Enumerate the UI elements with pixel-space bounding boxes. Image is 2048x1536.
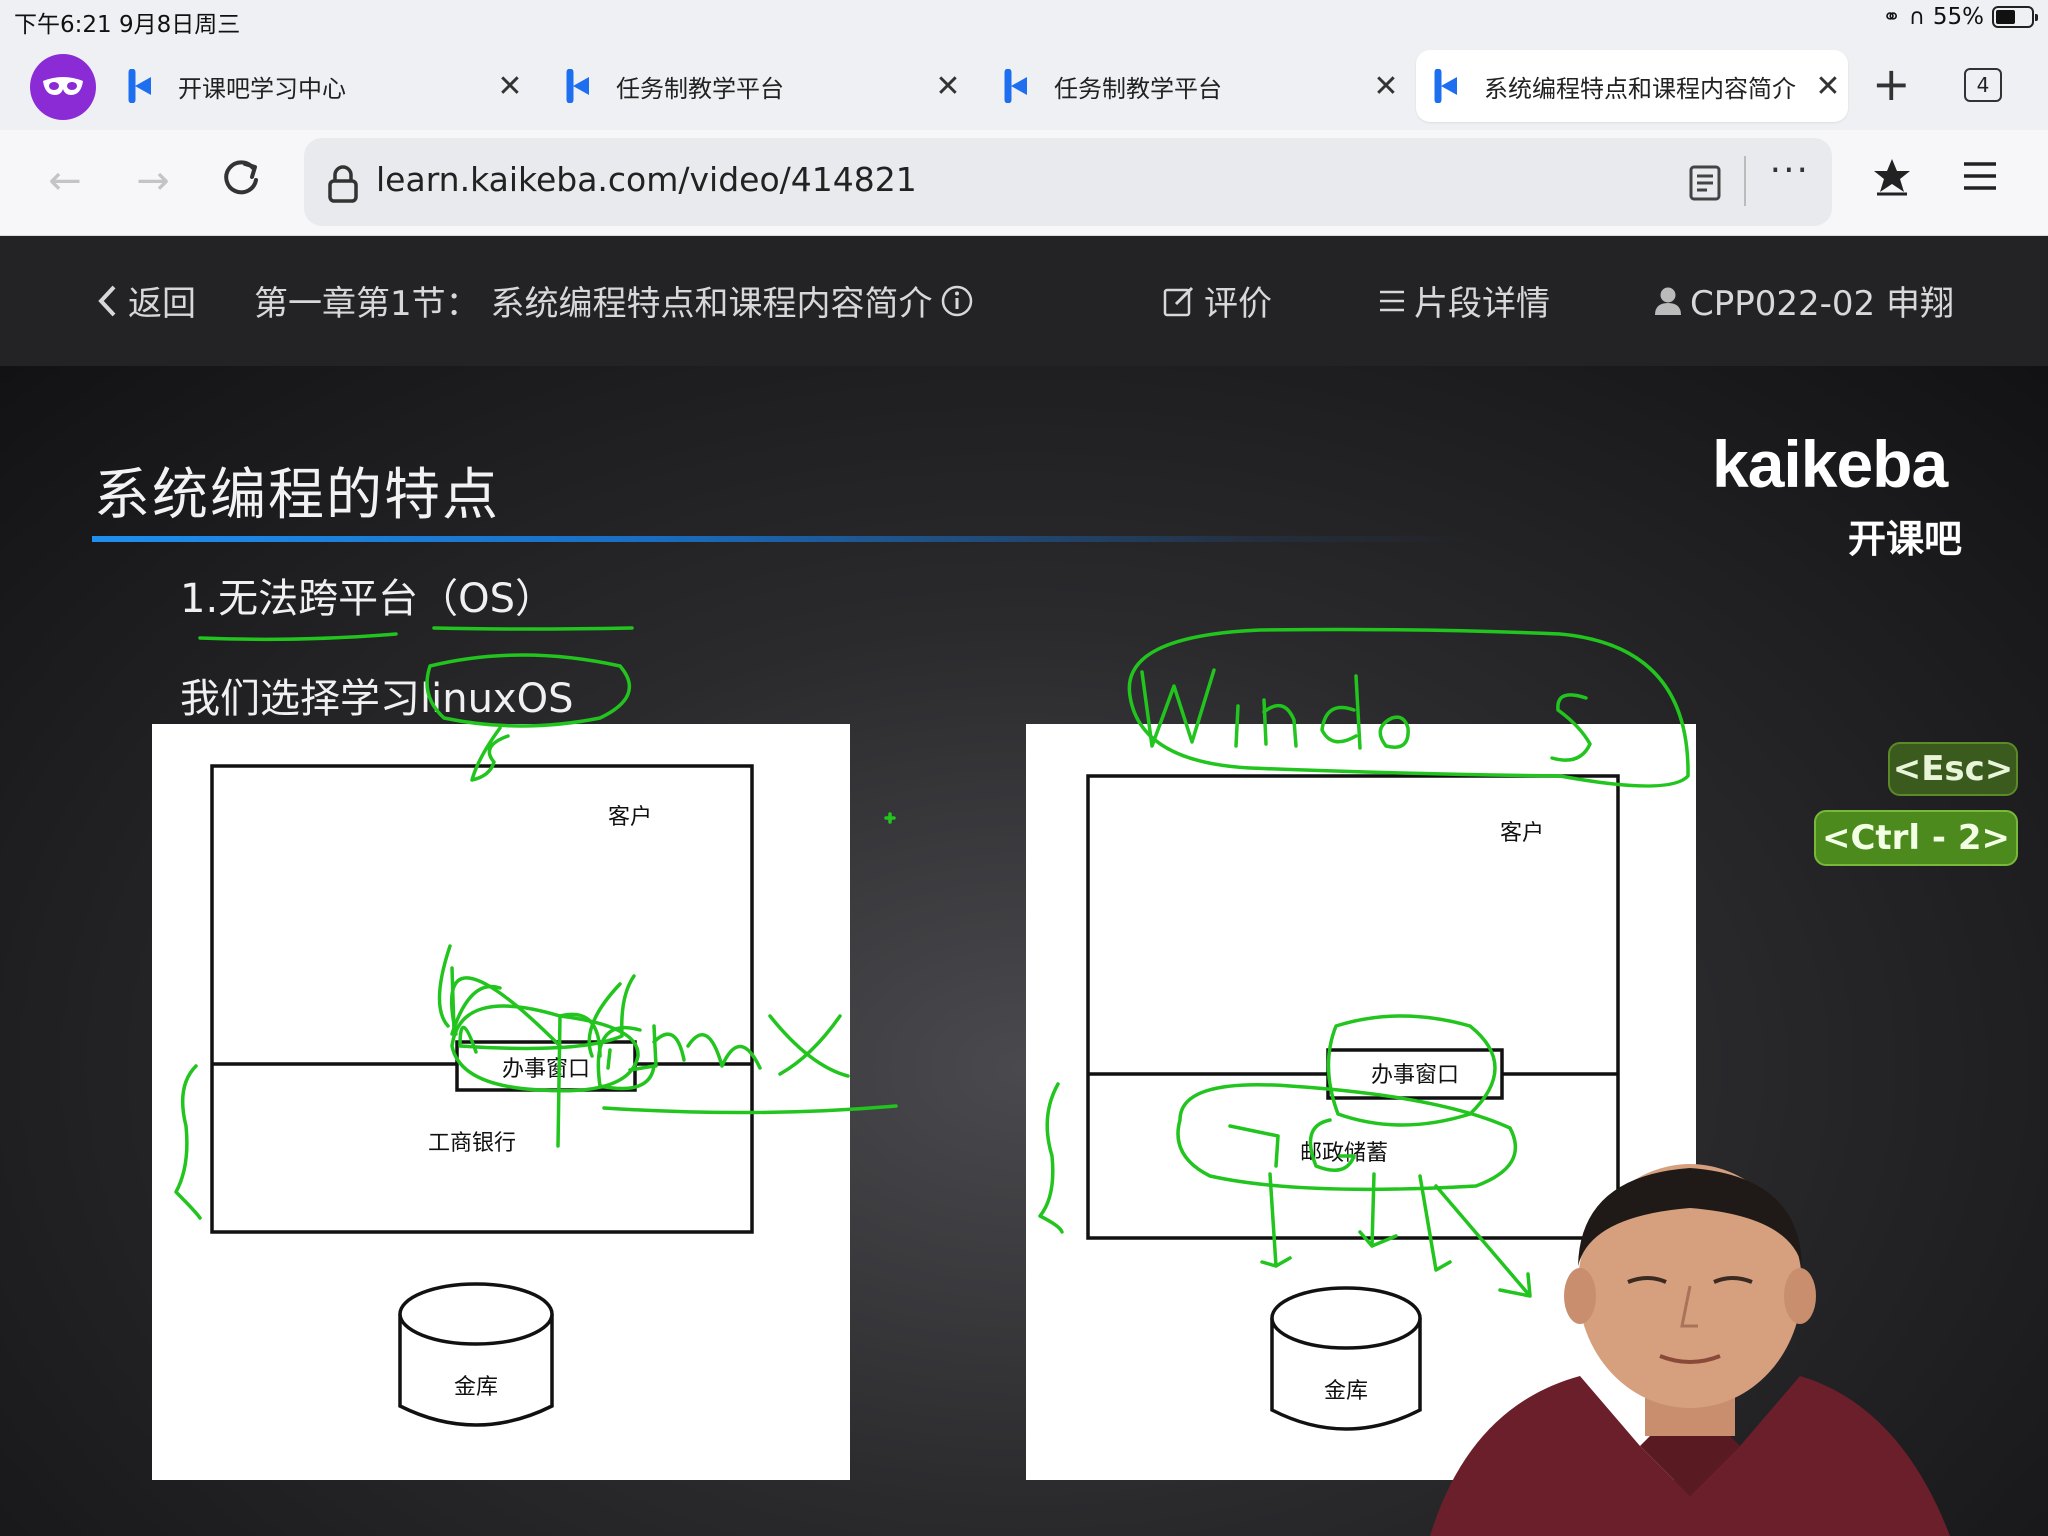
bank-label: 邮政储蓄 xyxy=(1300,1141,1388,1166)
lesson-title-text: 第一章第1节： 系统编程特点和课程内容简介 xyxy=(254,284,933,324)
slide-point-1: 1.无法跨平台（OS） xyxy=(180,576,556,622)
vault-cylinder: 金库 xyxy=(1270,1286,1422,1431)
info-icon[interactable] xyxy=(940,284,974,318)
bookmark-star-icon[interactable] xyxy=(1872,156,1912,196)
ctrl-2-shortcut-hint: <Ctrl - 2> xyxy=(1814,810,2018,866)
bank-label: 工商银行 xyxy=(428,1131,516,1156)
kaikeba-favicon-icon xyxy=(1004,69,1027,103)
user-name: CPP022-02 申翔 xyxy=(1690,284,1954,324)
window-label: 办事窗口 xyxy=(1371,1063,1459,1088)
segments-label: 片段详情 xyxy=(1414,284,1550,324)
status-bar: 下午6:21 9月8日周三 ⚭ ∩ 55% xyxy=(0,0,2048,38)
new-tab-plus-icon[interactable]: + xyxy=(1872,54,1911,114)
tab-strip: 开课吧学习中心 ✕ 任务制教学平台 ✕ 任务制教学平台 ✕ 系统编程特点和课程内… xyxy=(0,38,2048,130)
title-underline xyxy=(92,536,1472,542)
back-button[interactable]: 返回 xyxy=(96,276,196,325)
segments-button[interactable]: 片段详情 xyxy=(1378,276,1550,325)
video-player[interactable]: 系统编程的特点 kaikeba 开课吧 1.无法跨平台（OS） 我们选择学习li… xyxy=(0,366,2048,1536)
reload-icon[interactable] xyxy=(216,156,266,206)
headphones-icon: ∩ xyxy=(1908,4,1925,30)
lesson-title: 第一章第1节： 系统编程特点和课程内容简介 xyxy=(254,276,974,325)
back-label: 返回 xyxy=(128,284,196,324)
more-options-icon[interactable]: ··· xyxy=(1770,150,1810,191)
back-arrow-icon[interactable]: ← xyxy=(40,156,90,206)
presenter-webcam-image xyxy=(1430,1164,1950,1536)
url-text: learn.kaikeba.com/video/414821 xyxy=(376,160,917,199)
customer-label: 客户 xyxy=(608,805,652,830)
tab-title: 任务制教学平台 xyxy=(1054,74,1222,103)
slide-point-2: 我们选择学习linuxOS xyxy=(180,676,574,722)
address-field[interactable]: learn.kaikeba.com/video/414821 ··· xyxy=(304,138,1832,226)
customer-label: 客户 xyxy=(1500,821,1544,846)
tab-title: 开课吧学习中心 xyxy=(178,74,346,103)
tab-4-active[interactable]: 系统编程特点和课程内容简介 ✕ xyxy=(1416,50,1848,122)
status-indicators: ⚭ ∩ 55% xyxy=(1882,4,2038,30)
tab-1[interactable]: 开课吧学习中心 ✕ xyxy=(110,50,530,122)
status-time-date: 下午6:21 9月8日周三 xyxy=(14,12,241,38)
close-tab-icon[interactable]: ✕ xyxy=(490,69,530,104)
slide-title: 系统编程的特点 xyxy=(94,463,500,528)
navigation-bar: ← → learn.kaikeba.com/video/414821 ··· xyxy=(0,130,2048,236)
tab-title: 任务制教学平台 xyxy=(616,74,784,103)
user-info: CPP022-02 申翔 xyxy=(1654,276,1954,325)
linux-bank-diagram: 客户 办事窗口 工商银行 金库 xyxy=(152,724,850,1480)
kaikeba-logo: kaikeba xyxy=(1712,427,1948,501)
vault-label: 金库 xyxy=(1324,1379,1368,1404)
tab-2[interactable]: 任务制教学平台 ✕ xyxy=(548,50,968,122)
battery-level-fill xyxy=(1996,10,2015,24)
kaikeba-favicon-icon xyxy=(566,69,589,103)
kaikeba-favicon-icon xyxy=(128,69,151,103)
tab-title: 系统编程特点和课程内容简介 xyxy=(1484,74,1796,103)
kaikeba-logo-cn: 开课吧 xyxy=(1848,517,1963,561)
forward-arrow-icon[interactable]: → xyxy=(128,156,178,206)
battery-percentage: 55% xyxy=(1932,4,1984,30)
private-mode-mask-icon[interactable] xyxy=(30,54,96,120)
close-tab-icon[interactable]: ✕ xyxy=(1808,69,1848,104)
edit-review-icon xyxy=(1163,286,1194,316)
battery-icon xyxy=(1992,6,2038,28)
chevron-left-icon xyxy=(98,285,116,316)
customer-area xyxy=(210,764,754,1234)
link-icon: ⚭ xyxy=(1882,4,1901,30)
window-label: 办事窗口 xyxy=(502,1057,590,1082)
esc-shortcut-hint: <Esc> xyxy=(1888,742,2018,796)
vault-cylinder: 金库 xyxy=(398,1282,554,1427)
review-button[interactable]: 评价 xyxy=(1162,276,1272,325)
close-tab-icon[interactable]: ✕ xyxy=(1366,69,1406,104)
kaikeba-favicon-icon xyxy=(1434,69,1457,103)
user-avatar-icon xyxy=(1655,287,1681,315)
review-label: 评价 xyxy=(1204,284,1272,324)
reader-view-icon[interactable] xyxy=(1688,164,1722,202)
list-icon xyxy=(1380,290,1404,311)
course-player-header: 返回 第一章第1节： 系统编程特点和课程内容简介 评价 片段详情 CPP022-… xyxy=(0,236,2048,366)
close-tab-icon[interactable]: ✕ xyxy=(928,69,968,104)
hamburger-menu-icon[interactable] xyxy=(1962,160,1998,192)
lock-icon xyxy=(328,165,358,203)
tab-count-button[interactable]: 4 xyxy=(1964,68,2002,102)
tab-3[interactable]: 任务制教学平台 ✕ xyxy=(986,50,1406,122)
vault-label: 金库 xyxy=(454,1375,498,1400)
